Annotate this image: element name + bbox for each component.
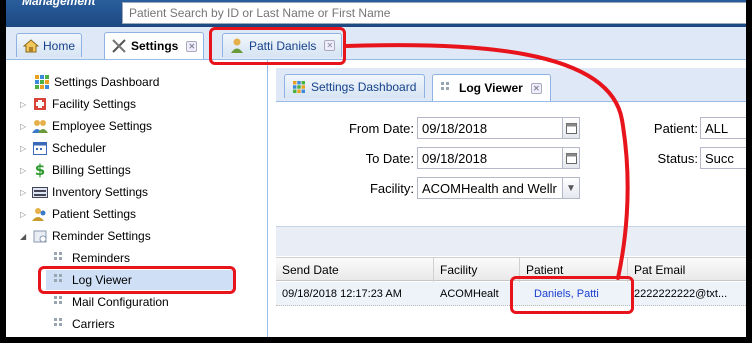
dashboard-grid-icon: [293, 80, 305, 93]
sidebar-item-label: Billing Settings: [52, 163, 131, 177]
column-header-pat-email[interactable]: Pat Email: [628, 258, 752, 282]
employees-icon: [32, 118, 48, 134]
table-row[interactable]: 09/18/2018 12:17:23 AM ACOMHealt Daniels…: [276, 282, 752, 306]
tab-log-viewer-label: Log Viewer: [459, 81, 523, 95]
sidebar-item-mail-configuration[interactable]: Mail Configuration: [52, 292, 169, 312]
facility-select[interactable]: ACOMHealth and Wellr: [417, 177, 563, 199]
sidebar-item-carriers[interactable]: Carriers: [52, 314, 115, 334]
to-date-field[interactable]: 09/18/2018: [417, 147, 563, 169]
close-icon[interactable]: ✕: [186, 40, 198, 52]
sidebar-item-label: Log Viewer: [72, 273, 132, 287]
expand-arrow-icon[interactable]: ▷: [20, 188, 30, 197]
from-date-field[interactable]: 09/18/2018: [417, 117, 563, 139]
main-tab-strip: Home Settings ✕ Patti Daniels ✕: [6, 27, 752, 60]
tab-settings-dashboard-label: Settings Dashboard: [311, 79, 417, 94]
grid-header: Send Date Facility Patient Pat Email: [276, 257, 752, 282]
sidebar-item-label: Scheduler: [52, 141, 107, 155]
content-tab-strip: Settings Dashboard Log Viewer ✕: [276, 68, 752, 102]
grid-icon: [52, 250, 68, 266]
close-icon[interactable]: ✕: [324, 40, 336, 51]
person-icon: [229, 38, 245, 54]
cell-pat-email: 2222222222@txt...: [634, 288, 728, 300]
sidebar-item-label: Employee Settings: [52, 119, 153, 133]
sidebar-item-label: Inventory Settings: [52, 185, 149, 199]
tab-home-label: Home: [43, 38, 76, 53]
expand-arrow-icon[interactable]: ▷: [20, 144, 30, 153]
patient-link[interactable]: Daniels, Patti: [528, 282, 628, 306]
tab-patti-daniels[interactable]: Patti Daniels ✕: [222, 33, 343, 57]
tab-settings-label: Settings: [131, 39, 179, 53]
sidebar-item-label: Facility Settings: [52, 97, 137, 111]
sidebar-item-reminder-settings[interactable]: ◢ Reminder Settings: [20, 226, 151, 246]
patient-search-input[interactable]: [122, 2, 752, 24]
patient-label: Patient:: [653, 121, 698, 136]
tab-home[interactable]: Home: [16, 33, 83, 57]
to-date-label: To Date:: [365, 151, 414, 166]
facility-icon: [32, 96, 48, 112]
grid-icon: [52, 294, 68, 310]
sidebar-item-settings-dashboard[interactable]: Settings Dashboard: [34, 72, 159, 92]
grid-toolbar: [276, 226, 752, 256]
from-date-label: From Date:: [348, 121, 414, 136]
column-header-facility[interactable]: Facility: [434, 258, 520, 282]
calendar-icon: [32, 140, 48, 156]
sidebar-item-reminders[interactable]: Reminders: [52, 248, 130, 268]
sidebar-item-label: Carriers: [72, 317, 115, 331]
grid-icon: [52, 272, 68, 288]
sidebar-item-label: Settings Dashboard: [54, 75, 160, 89]
sidebar-item-employee-settings[interactable]: ▷ Employee Settings: [20, 116, 152, 136]
brand-label: Management: [22, 0, 96, 8]
grid-icon: [52, 316, 68, 332]
sidebar-item-label: Reminder Settings: [52, 229, 151, 243]
expand-arrow-icon[interactable]: ▷: [20, 100, 30, 109]
tab-patti-daniels-label: Patti Daniels: [249, 38, 317, 53]
sidebar-item-facility-settings[interactable]: ▷ Facility Settings: [20, 94, 136, 114]
status-label: Status:: [657, 151, 698, 166]
sidebar-item-inventory-settings[interactable]: ▷ Inventory Settings: [20, 182, 148, 202]
column-header-send-date[interactable]: Send Date: [276, 258, 434, 282]
cell-send-date: 09/18/2018 12:17:23 AM: [282, 288, 402, 300]
home-icon: [23, 38, 39, 54]
calendar-picker-icon[interactable]: [563, 147, 580, 169]
expand-arrow-icon[interactable]: ▷: [20, 210, 30, 219]
tools-icon: [111, 38, 127, 54]
column-header-patient[interactable]: Patient: [520, 258, 628, 282]
dashboard-grid-icon: [34, 74, 50, 90]
calendar-picker-icon[interactable]: [563, 117, 580, 139]
tab-settings[interactable]: Settings ✕: [104, 32, 205, 59]
tab-settings-dashboard[interactable]: Settings Dashboard: [284, 74, 426, 98]
facility-label: Facility:: [369, 181, 414, 196]
patients-icon: [32, 206, 48, 222]
sidebar-item-label: Patient Settings: [52, 207, 137, 221]
sidebar-item-label: Reminders: [72, 251, 131, 265]
status-select[interactable]: Succ: [700, 147, 752, 169]
settings-sidebar: Settings Dashboard ▷ Facility Settings ▷…: [6, 60, 268, 343]
tab-log-viewer[interactable]: Log Viewer ✕: [432, 74, 551, 101]
close-icon[interactable]: ✕: [530, 82, 542, 94]
inventory-icon: [32, 184, 48, 200]
dollar-icon: $: [34, 161, 46, 179]
patient-select[interactable]: ALL: [700, 117, 752, 139]
collapse-arrow-icon[interactable]: ◢: [20, 232, 30, 241]
sidebar-item-label: Mail Configuration: [72, 295, 169, 309]
sidebar-item-patient-settings[interactable]: ▷ Patient Settings: [20, 204, 136, 224]
content-panel: Settings Dashboard Log Viewer ✕ From Dat…: [268, 60, 752, 343]
expand-arrow-icon[interactable]: ▷: [20, 122, 30, 131]
chevron-down-icon[interactable]: ▼: [563, 177, 580, 199]
reminder-icon: [32, 228, 48, 244]
grid-icon: [441, 82, 453, 94]
expand-arrow-icon[interactable]: ▷: [20, 166, 30, 175]
app-header: Management: [6, 0, 752, 27]
sidebar-item-log-viewer[interactable]: Log Viewer: [46, 270, 236, 290]
sidebar-item-billing-settings[interactable]: ▷ $ Billing Settings: [20, 160, 131, 180]
sidebar-item-scheduler[interactable]: ▷ Scheduler: [20, 138, 106, 158]
cell-facility: ACOMHealt: [440, 288, 499, 300]
